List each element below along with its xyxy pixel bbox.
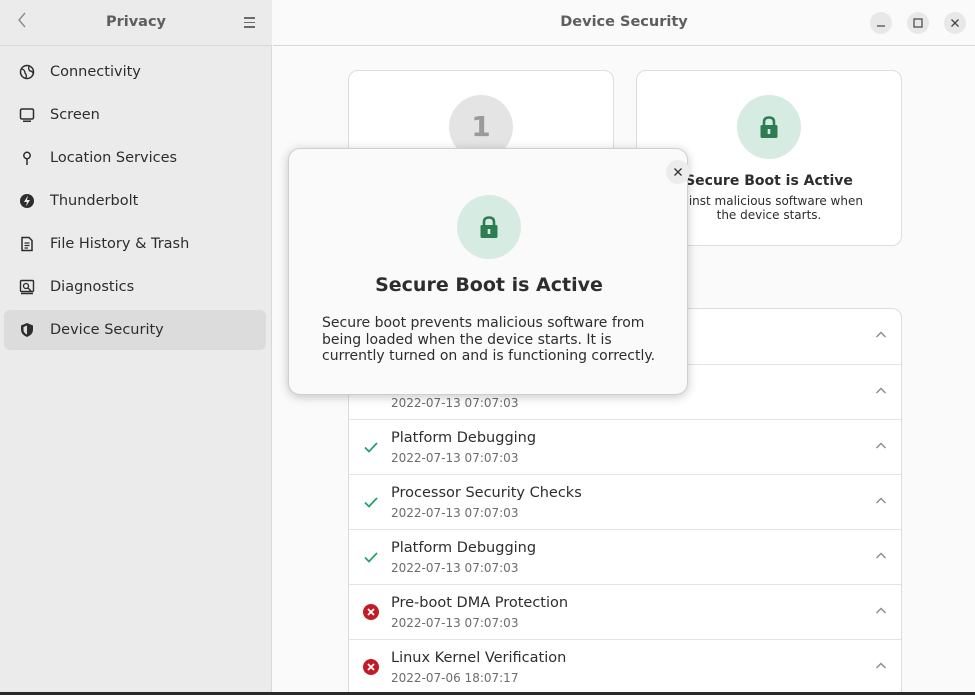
chevron-up-icon <box>873 548 889 564</box>
minimize-icon <box>877 25 885 27</box>
list-item[interactable]: Processor Security Checks 2022-07-13 07:… <box>349 474 901 529</box>
list-item[interactable]: Linux Kernel Verification 2022-07-06 18:… <box>349 639 901 692</box>
check-name: Linux Kernel Verification <box>391 650 567 666</box>
sidebar-item-thunderbolt[interactable]: Thunderbolt <box>4 181 266 221</box>
sidebar-item-file-history[interactable]: File History & Trash <box>4 224 266 264</box>
location-pin-icon <box>18 149 36 167</box>
maximize-icon <box>913 18 923 28</box>
list-item[interactable]: Platform Debugging 2022-07-13 07:07:03 <box>349 529 901 584</box>
check-timestamp: 2022-07-13 07:07:03 <box>391 616 519 630</box>
check-timestamp: 2022-07-06 18:07:17 <box>391 671 519 685</box>
list-item[interactable]: Pre-boot DMA Protection 2022-07-13 07:07… <box>349 584 901 639</box>
checkmark-icon <box>363 439 379 455</box>
close-icon <box>674 168 682 176</box>
check-name: Pre-boot DMA Protection <box>391 595 569 611</box>
check-name: Platform Debugging <box>391 540 537 556</box>
close-icon <box>951 19 959 27</box>
lock-icon <box>760 116 778 138</box>
sidebar-item-location-services[interactable]: Location Services <box>4 138 266 178</box>
sidebar-item-screen[interactable]: Screen <box>4 95 266 135</box>
sidebar-item-label: Connectivity <box>50 64 141 80</box>
dialog-title: Secure Boot is Active <box>375 274 603 296</box>
globe-icon <box>18 63 36 81</box>
secure-boot-dialog: Secure Boot is Active Secure boot preven… <box>288 148 690 395</box>
error-icon <box>363 659 379 675</box>
sidebar-item-label: Location Services <box>50 150 178 166</box>
chevron-up-icon <box>873 658 889 674</box>
chevron-up-icon <box>873 493 889 509</box>
monitor-icon <box>18 106 36 124</box>
minimize-button[interactable] <box>870 12 892 34</box>
settings-window: Privacy Connectivity Screen Location Ser… <box>0 0 975 692</box>
secure-boot-badge <box>737 95 801 159</box>
sidebar-item-diagnostics[interactable]: Diagnostics <box>4 267 266 307</box>
sidebar: Privacy Connectivity Screen Location Ser… <box>0 0 272 692</box>
check-name: Processor Security Checks <box>391 485 582 501</box>
hamburger-menu-icon[interactable] <box>240 14 258 32</box>
document-icon <box>18 235 36 253</box>
checkmark-icon <box>363 549 379 565</box>
shield-icon <box>18 321 36 339</box>
check-timestamp: 2022-07-13 07:07:03 <box>391 396 519 410</box>
dialog-body: Secure boot prevents malicious software … <box>322 315 656 364</box>
sidebar-item-label: Thunderbolt <box>50 193 139 209</box>
list-item[interactable]: Platform Debugging 2022-07-13 07:07:03 <box>349 419 901 474</box>
checkmark-icon <box>363 494 379 510</box>
error-icon <box>363 604 379 620</box>
secure-boot-dialog-badge <box>457 195 521 259</box>
check-timestamp: 2022-07-13 07:07:03 <box>391 451 519 465</box>
sidebar-item-connectivity[interactable]: Connectivity <box>4 52 266 92</box>
chevron-up-icon <box>873 603 889 619</box>
sidebar-list: Connectivity Screen Location Services Th… <box>4 52 266 353</box>
chevron-up-icon <box>873 438 889 454</box>
check-timestamp: 2022-07-13 07:07:03 <box>391 561 519 575</box>
thunderbolt-icon <box>18 192 36 210</box>
sidebar-item-label: Screen <box>50 107 100 123</box>
sidebar-item-label: Device Security <box>50 322 164 338</box>
sidebar-item-label: Diagnostics <box>50 279 135 295</box>
lock-icon <box>480 216 498 238</box>
close-window-button[interactable] <box>944 12 966 34</box>
sidebar-header: Privacy <box>0 0 272 46</box>
sidebar-title: Privacy <box>105 14 167 30</box>
sidebar-item-label: File History & Trash <box>50 236 190 252</box>
dialog-close-button[interactable] <box>666 160 690 184</box>
sidebar-item-device-security[interactable]: Device Security <box>4 310 266 350</box>
check-name: Platform Debugging <box>391 430 537 446</box>
check-timestamp: 2022-07-13 07:07:03 <box>391 506 519 520</box>
diagnostics-icon <box>18 278 36 296</box>
chevron-up-icon <box>873 327 889 343</box>
maximize-button[interactable] <box>907 12 929 34</box>
main-header: Device Security <box>273 0 975 46</box>
chevron-up-icon <box>873 383 889 399</box>
